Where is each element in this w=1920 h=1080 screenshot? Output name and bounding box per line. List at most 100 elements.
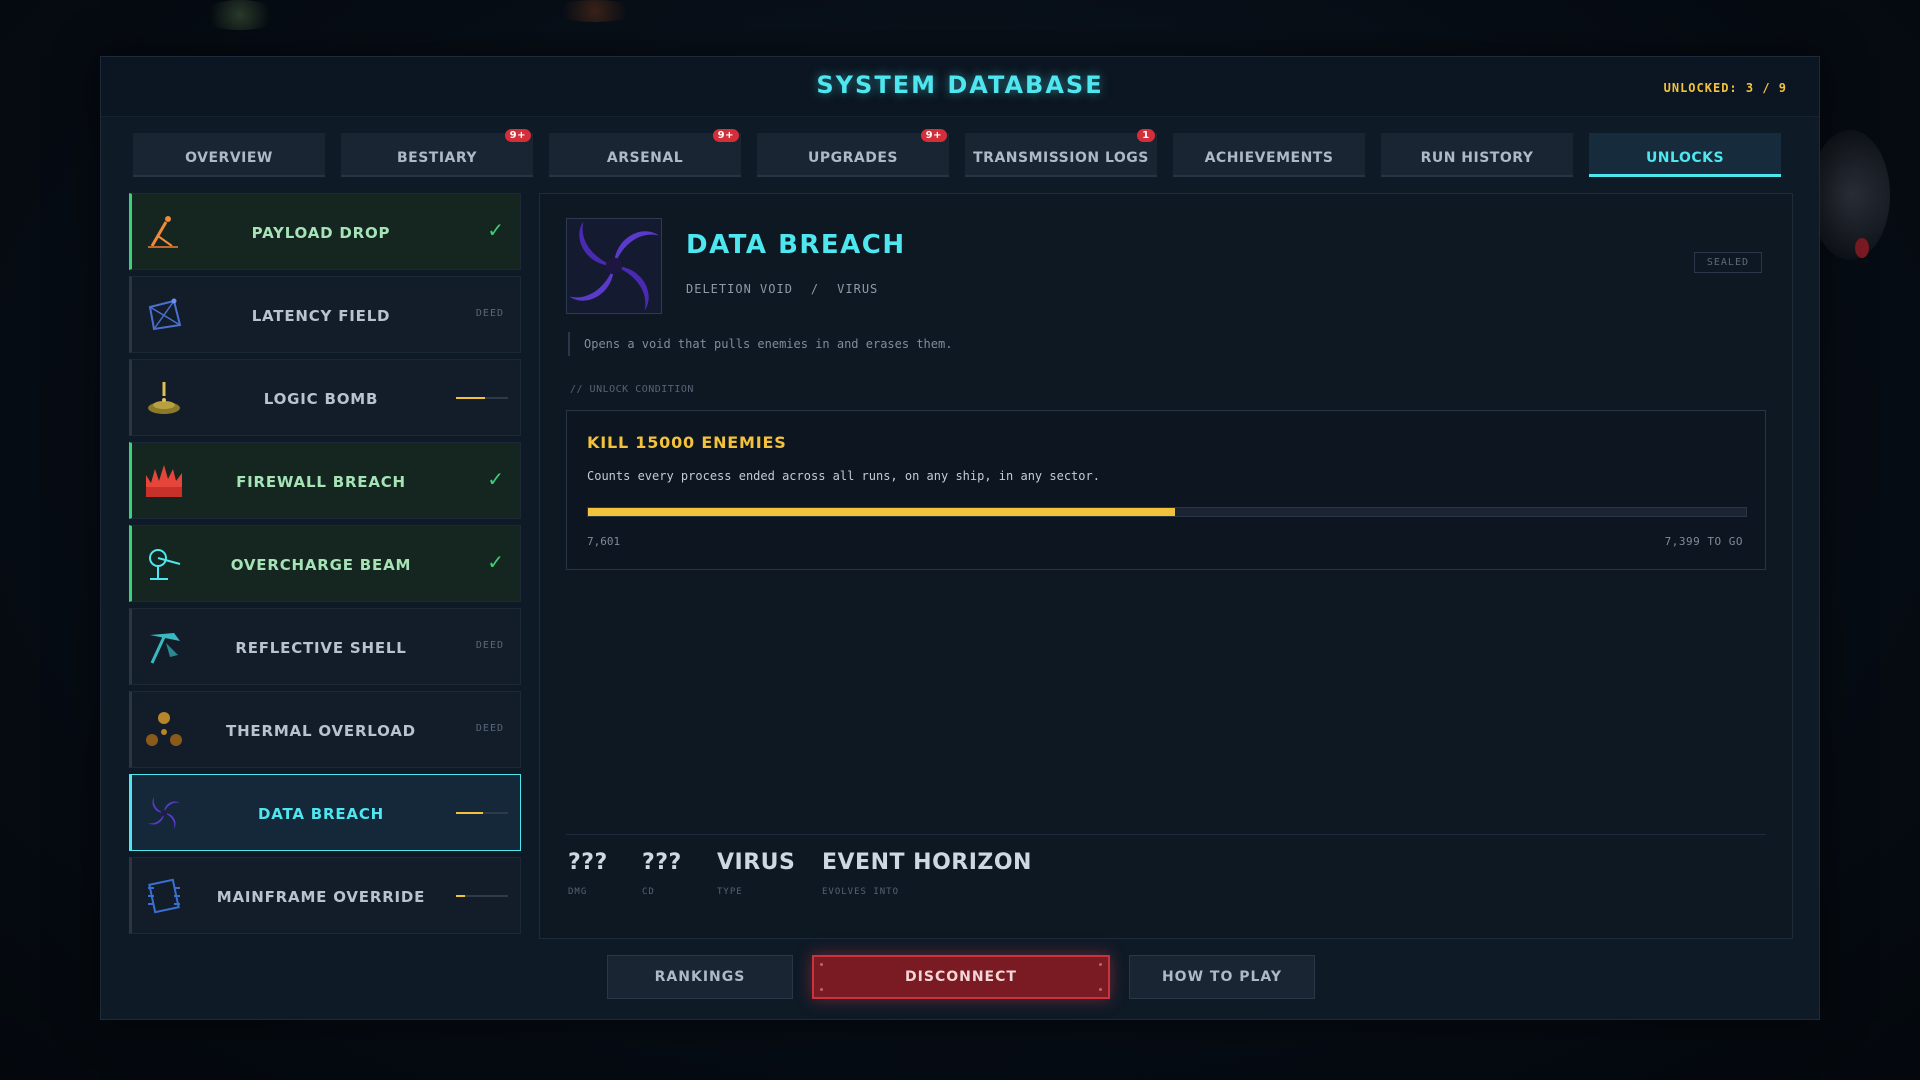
vortex-icon [567, 219, 661, 313]
radiation-icon [146, 712, 182, 746]
page-title: SYSTEM DATABASE [816, 71, 1104, 99]
unlock-category: DELETION VOID [686, 282, 793, 296]
condition-title: KILL 15000 ENEMIES [587, 433, 787, 452]
progress-current: 7,601 [587, 535, 621, 548]
progress-fill [588, 508, 1175, 516]
unlock-item-overcharge-beam[interactable]: OVERCHARGE BEAM ✓ [129, 525, 521, 602]
background-glow [1810, 130, 1890, 260]
header-bar: SYSTEM DATABASE UNLOCKED: 3 / 9 [101, 57, 1819, 117]
rivet [820, 963, 823, 966]
unlock-progress-bar [456, 895, 508, 897]
tab-label: RUN HISTORY [1420, 150, 1534, 166]
stat-label: CD [642, 887, 655, 897]
unlock-item-firewall-breach[interactable]: FIREWALL BREACH ✓ [129, 442, 521, 519]
stat-value: ??? [642, 850, 682, 875]
tab-bar: OVERVIEW BESTIARY 9+ ARSENAL 9+ UPGRADES… [133, 129, 1789, 181]
tab-arsenal[interactable]: ARSENAL 9+ [549, 129, 741, 177]
deed-status: DEED [475, 308, 504, 319]
unlock-condition-box: KILL 15000 ENEMIES Counts every process … [566, 410, 1766, 570]
background-enemy-sprite [550, 0, 640, 22]
progress-remaining: 7,399 TO GO [1664, 535, 1743, 548]
tab-unlocks[interactable]: UNLOCKS [1589, 133, 1781, 177]
how-to-play-button[interactable]: HOW TO PLAY [1129, 955, 1315, 999]
unlock-subtitle: DELETION VOID / VIRUS [686, 282, 878, 296]
unlock-item-mainframe-override[interactable]: MAINFRAME OVERRIDE [129, 857, 521, 934]
unlock-item-thermal-overload[interactable]: THERMAL OVERLOAD DEED [129, 691, 521, 768]
unlock-item-label: REFLECTIVE SHELL [235, 638, 407, 657]
unlock-detail-panel: DATA BREACH DELETION VOID / VIRUS SEALED O… [539, 193, 1793, 939]
stat-label: EVOLVES INTO [822, 887, 900, 897]
subtitle-separator: / [810, 282, 820, 296]
unlock-item-payload-drop[interactable]: PAYLOAD DROP ✓ [129, 193, 521, 270]
landmine-icon [148, 382, 180, 414]
sealed-badge: SEALED [1693, 252, 1762, 273]
progress-fill [456, 812, 483, 814]
notification-badge: 9+ [504, 129, 531, 142]
pickaxe-icon [150, 633, 180, 664]
deed-status: DEED [475, 640, 504, 651]
chip-icon [148, 878, 180, 914]
rivet [1099, 963, 1102, 966]
tab-achievements[interactable]: ACHIEVEMENTS [1173, 133, 1365, 177]
unlock-item-label: OVERCHARGE BEAM [230, 555, 412, 574]
notification-badge: 9+ [920, 129, 947, 142]
unlock-progress-bar [456, 812, 508, 814]
unlock-progress-bar [456, 397, 508, 399]
stat-type: VIRUS TYPE [717, 850, 795, 897]
unlock-item-label: DATA BREACH [258, 804, 384, 823]
tab-label: ACHIEVEMENTS [1204, 150, 1334, 166]
stat-evolves-into: EVENT HORIZON EVOLVES INTO [822, 850, 1032, 897]
unlock-item-label: PAYLOAD DROP [251, 223, 391, 242]
notification-badge: 1 [1137, 129, 1155, 142]
stat-value: VIRUS [717, 850, 796, 875]
tab-upgrades[interactable]: UPGRADES 9+ [757, 129, 949, 177]
unlocked-check-icon: ✓ [487, 467, 504, 491]
unlock-name: DATA BREACH [686, 230, 906, 260]
tab-label: TRANSMISSION LOGS [973, 150, 1149, 166]
unlock-item-label: THERMAL OVERLOAD [226, 721, 416, 740]
rivet [820, 988, 823, 991]
unlock-item-label: LOGIC BOMB [263, 389, 379, 408]
unlocked-check-icon: ✓ [487, 218, 504, 242]
unlock-type: VIRUS [837, 282, 879, 296]
disconnect-button[interactable]: DISCONNECT [812, 955, 1110, 999]
tab-label: ARSENAL [606, 150, 684, 166]
progress-fill [456, 895, 466, 897]
tab-transmission-logs[interactable]: TRANSMISSION LOGS 1 [965, 129, 1157, 177]
deed-status: DEED [475, 723, 504, 734]
unlock-item-label: FIREWALL BREACH [236, 472, 406, 491]
unlock-item-logic-bomb[interactable]: LOGIC BOMB [129, 359, 521, 436]
stat-label: TYPE [717, 887, 743, 897]
unlocked-check-icon: ✓ [487, 550, 504, 574]
tab-run-history[interactable]: RUN HISTORY [1381, 133, 1573, 177]
tab-label: BESTIARY [396, 150, 478, 166]
unlock-description: Opens a void that pulls enemies in and e… [568, 332, 952, 356]
tab-label: UPGRADES [807, 150, 898, 166]
unlock-item-data-breach[interactable]: DATA BREACH [129, 774, 521, 851]
tab-overview[interactable]: OVERVIEW [133, 133, 325, 177]
condition-description: Counts every process ended across all ru… [587, 469, 1100, 483]
unlocked-counter: UNLOCKED: 3 / 9 [1663, 81, 1787, 95]
notification-badge: 9+ [712, 129, 739, 142]
progress-fill [456, 397, 485, 399]
tab-bestiary[interactable]: BESTIARY 9+ [341, 129, 533, 177]
stat-cooldown: ??? CD [642, 850, 682, 897]
tab-label: UNLOCKS [1645, 149, 1725, 166]
unlock-item-reflective-shell[interactable]: REFLECTIVE SHELL DEED [129, 608, 521, 685]
stat-label: DMG [568, 887, 588, 897]
stat-value: EVENT HORIZON [822, 850, 1032, 875]
unlock-portrait [566, 218, 662, 314]
unlock-condition-label: // UNLOCK CONDITION [570, 384, 694, 395]
stat-value: ??? [568, 850, 608, 875]
divider [566, 834, 1766, 835]
stat-damage: ??? DMG [568, 850, 608, 897]
unlock-item-latency-field[interactable]: LATENCY FIELD DEED [129, 276, 521, 353]
background-enemy-sprite [200, 0, 280, 30]
tab-label: OVERVIEW [185, 150, 273, 166]
net-icon [148, 298, 182, 331]
rankings-button[interactable]: RANKINGS [607, 955, 793, 999]
unlock-item-label: LATENCY FIELD [251, 306, 391, 325]
background-red-light [1855, 238, 1869, 258]
laser-turret-icon [149, 549, 181, 580]
mortar-icon [148, 216, 178, 248]
